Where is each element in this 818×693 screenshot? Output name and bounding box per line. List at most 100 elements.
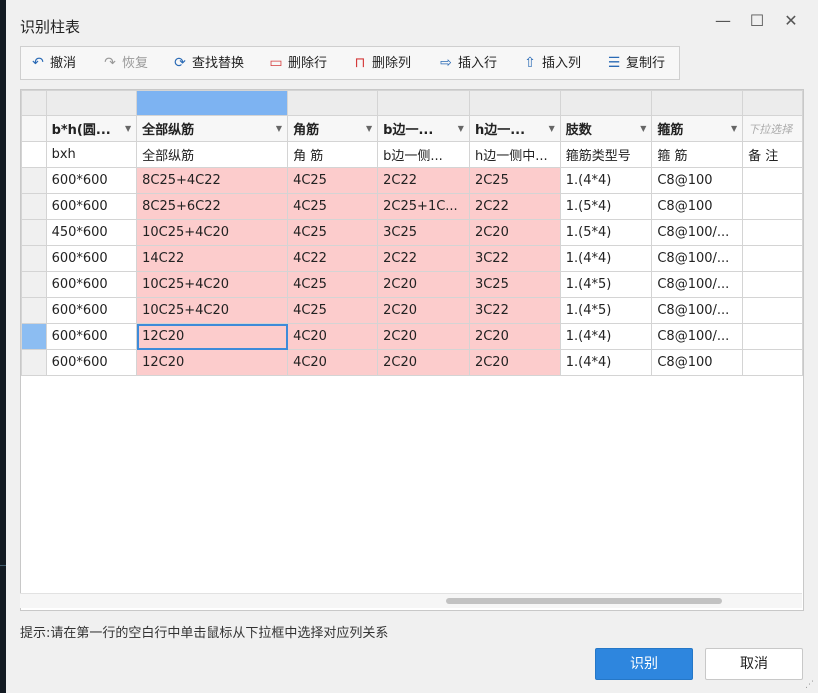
grid-cell[interactable]: 14C22 [136,245,289,272]
grid-cell[interactable]: 1.(5*4) [559,219,653,246]
close-icon[interactable]: ✕ [780,10,802,32]
grid-cell[interactable]: 4C25 [287,271,379,298]
grid-cell[interactable]: 8C25+6C22 [136,193,289,220]
table-row[interactable]: 600*600 10C25+4C20 4C25 2C20 3C22 1.(4*5) C8@1… [21,297,803,324]
column-selector[interactable] [136,90,289,116]
row-header[interactable] [21,193,47,220]
column-selector[interactable] [287,90,379,116]
grid-cell[interactable]: 10C25+4C20 [136,271,289,298]
grid-cell[interactable]: 箍筋类型号 [559,141,653,168]
grid-cell[interactable]: 3C22 [468,297,561,324]
column-selector[interactable] [559,90,653,116]
grid-cell[interactable]: 箍 筋 [651,141,744,168]
grid-cell[interactable] [742,271,803,298]
column-selector[interactable] [468,90,561,116]
mapping-dropdown[interactable]: 箍筋 ▼ [651,115,744,142]
mapping-dropdown[interactable]: 肢数 ▼ [559,115,653,142]
grid-cell[interactable]: C8@100/... [651,297,744,324]
find-replace-button[interactable]: ⟳ 查找替换 [171,47,244,79]
grid-cell[interactable]: C8@100 [651,193,744,220]
cancel-button[interactable]: 取消 [705,648,803,680]
grid-cell[interactable]: 2C20 [377,323,470,350]
grid-cell[interactable]: 4C20 [287,323,379,350]
table-row[interactable]: 600*600 12C20 4C20 2C20 2C20 1.(4*4) C8@100/..… [21,323,803,350]
grid-cell[interactable]: 12C20 [136,349,289,376]
grid-cell[interactable]: 4C20 [287,349,379,376]
grid-cell[interactable]: 2C20 [377,349,470,376]
insert-row-button[interactable]: ⇨ 插入行 [437,47,497,79]
row-header[interactable] [21,219,47,246]
grid-cell[interactable]: bxh [45,141,138,168]
row-header[interactable] [21,297,47,324]
grid-cell[interactable]: C8@100 [651,167,744,194]
grid-cell[interactable]: 1.(4*4) [559,323,653,350]
grid-cell[interactable]: 600*600 [45,323,138,350]
grid-cell[interactable]: 3C22 [468,245,561,272]
grid-cell[interactable] [742,349,803,376]
grid-cell[interactable]: 12C20 [136,323,289,350]
resize-grip-icon[interactable]: ⋰ [805,680,814,690]
grid-cell[interactable]: 450*600 [45,219,138,246]
grid-cell[interactable]: 2C20 [377,297,470,324]
row-header[interactable] [21,167,47,194]
grid-cell[interactable]: 2C25 [468,167,561,194]
row-header[interactable] [21,323,47,350]
scrollbar-thumb[interactable] [446,598,722,604]
grid-cell[interactable]: 2C20 [468,219,561,246]
grid-cell[interactable] [742,323,803,350]
grid-cell[interactable]: 1.(5*4) [559,193,653,220]
column-selector[interactable] [45,90,138,116]
grid-cell[interactable]: 1.(4*4) [559,167,653,194]
grid-cell[interactable]: 1.(4*5) [559,297,653,324]
grid-cell[interactable]: 600*600 [45,297,138,324]
grid-cell[interactable]: 4C25 [287,167,379,194]
table-row[interactable]: 600*600 8C25+4C22 4C25 2C22 2C25 1.(4*4) C8@10… [21,167,803,194]
mapping-dropdown[interactable]: b*h(圆... ▼ [45,115,138,142]
maximize-icon[interactable]: ☐ [746,10,768,32]
grid-cell[interactable]: 1.(4*4) [559,349,653,376]
grid-cell[interactable]: 2C20 [468,349,561,376]
grid-cell[interactable]: 备 注 [742,141,803,168]
column-selector[interactable] [377,90,470,116]
mapping-dropdown[interactable]: 角筋 ▼ [287,115,379,142]
grid-cell[interactable]: 600*600 [45,349,138,376]
column-selector[interactable] [651,90,744,116]
redo-button[interactable]: ↷ 恢复 [101,47,148,79]
grid-cell[interactable] [742,245,803,272]
insert-col-button[interactable]: ⇧ 插入列 [521,47,581,79]
recognize-button[interactable]: 识别 [595,648,693,680]
grid-cell[interactable] [742,193,803,220]
row-header[interactable] [21,245,47,272]
column-selector[interactable] [742,90,803,116]
grid-cell[interactable]: b边一侧... [377,141,470,168]
grid-cell[interactable] [742,219,803,246]
grid-cell[interactable] [742,297,803,324]
grid-cell[interactable]: h边一侧中... [468,141,561,168]
grid-cell[interactable]: 3C25 [468,271,561,298]
undo-button[interactable]: ↶ 撤消 [29,47,76,79]
grid-cell[interactable]: 600*600 [45,271,138,298]
grid-cell[interactable]: 全部纵筋 [136,141,289,168]
table-row[interactable]: 450*600 10C25+4C20 4C25 3C25 2C20 1.(5*4) C8@1… [21,219,803,246]
grid-cell[interactable]: 2C20 [377,271,470,298]
grid-cell[interactable]: C8@100/... [651,245,744,272]
delete-row-button[interactable]: ▭ 删除行 [267,47,327,79]
grid-cell[interactable]: 2C20 [468,323,561,350]
grid-cell[interactable]: 4C25 [287,193,379,220]
copy-row-button[interactable]: ☰ 复制行 [605,47,665,79]
grid-cell[interactable]: 2C22 [468,193,561,220]
grid-cell[interactable]: 10C25+4C20 [136,219,289,246]
grid-cell[interactable]: C8@100/... [651,271,744,298]
table-row[interactable]: 600*600 8C25+6C22 4C25 2C25+1C... 2C22 1.(5*4… [21,193,803,220]
grid-cell[interactable]: 4C25 [287,219,379,246]
mapping-dropdown[interactable]: 下拉选择 [742,115,803,142]
mapping-dropdown[interactable]: b边一... ▼ [377,115,470,142]
grid-cell[interactable]: 1.(4*5) [559,271,653,298]
grid-cell[interactable]: C8@100 [651,349,744,376]
grid-cell[interactable]: 8C25+4C22 [136,167,289,194]
table-row[interactable]: 600*600 14C22 4C22 2C22 3C22 1.(4*4) C8@100/..… [21,245,803,272]
minimize-icon[interactable]: — [712,10,734,32]
grid-cell[interactable]: 1.(4*4) [559,245,653,272]
grid-cell[interactable]: C8@100/... [651,323,744,350]
grid-cell[interactable]: 600*600 [45,193,138,220]
